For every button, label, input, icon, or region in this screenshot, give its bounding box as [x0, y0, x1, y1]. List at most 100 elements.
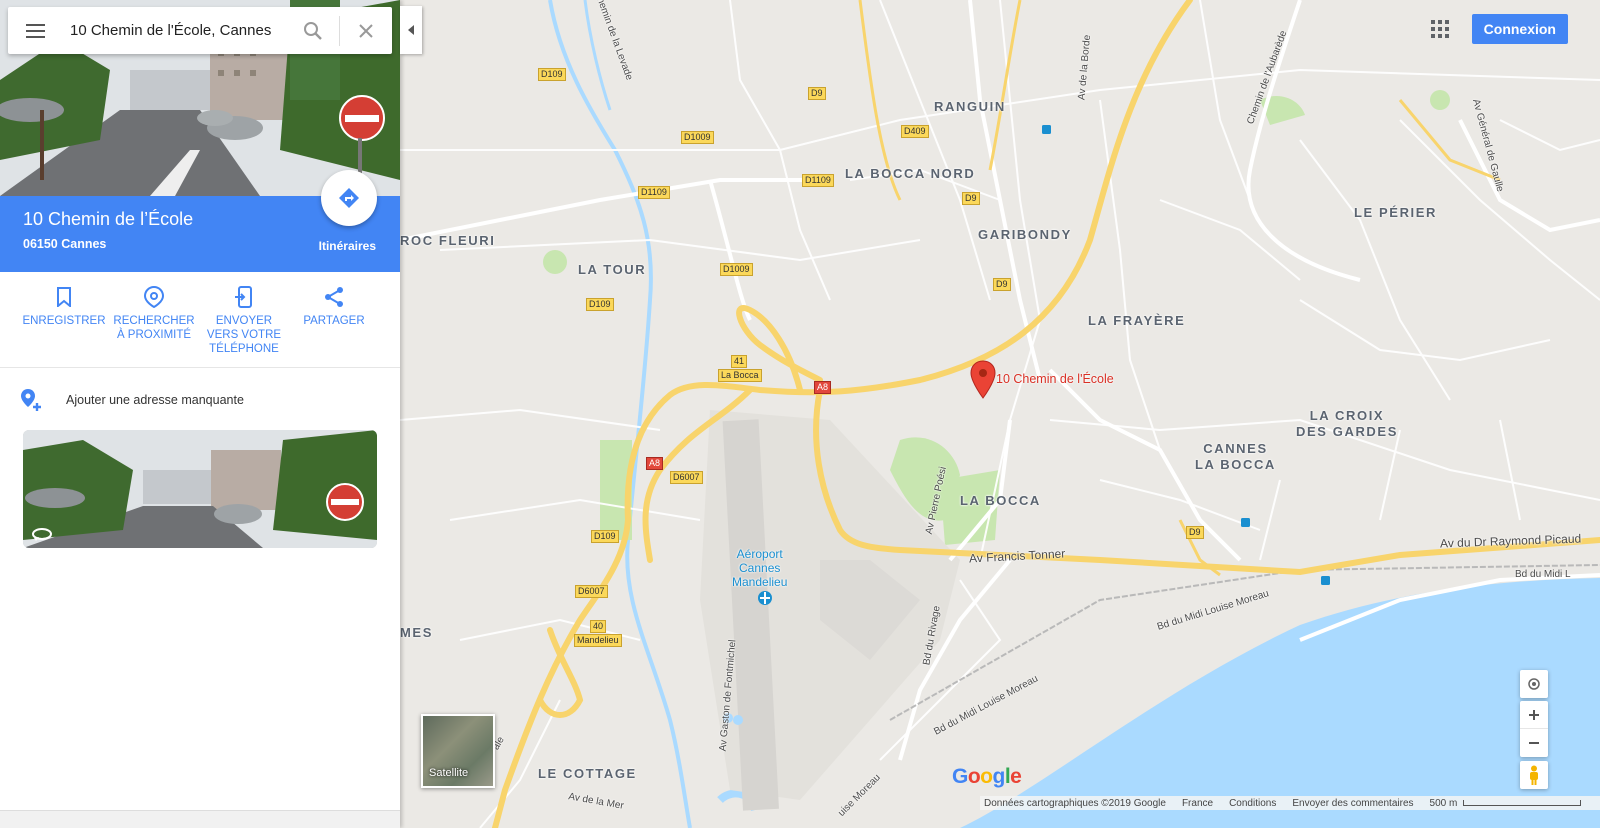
- place-title: 10 Chemin de l’École: [23, 209, 194, 229]
- street-view-thumbnail[interactable]: [23, 430, 377, 548]
- place-label: RANGUIN: [934, 99, 1006, 114]
- road-shield: 41: [731, 355, 748, 368]
- pegman-control: [1520, 761, 1548, 789]
- place-label: LA BOCCA: [960, 493, 1041, 508]
- scale-label: 500 m: [1429, 797, 1458, 809]
- place-label: LE PÉRIER: [1354, 205, 1438, 220]
- add-location-icon: [21, 389, 41, 411]
- search-nearby-button[interactable]: RECHERCHER À PROXIMITÉ: [109, 272, 199, 367]
- airport-label: Aéroport Cannes Mandelieu: [732, 547, 787, 589]
- bookmark-icon: [57, 287, 71, 307]
- zoom-in-button[interactable]: [1520, 701, 1548, 729]
- pin-label[interactable]: 10 Chemin de l'École: [996, 372, 1114, 386]
- share-button[interactable]: PARTAGER: [289, 272, 379, 367]
- road-shield: D409: [901, 125, 929, 138]
- road-shield: D9: [808, 87, 826, 100]
- road-shield: D6007: [575, 585, 608, 598]
- place-label: LA CROIX DES GARDES: [1296, 408, 1398, 439]
- pegman-icon: [1530, 765, 1538, 785]
- street-view-image: [23, 430, 377, 548]
- my-location-button[interactable]: [1520, 670, 1548, 698]
- top-right-controls: Connexion: [1424, 13, 1568, 45]
- map-data-attribution: Données cartographiques ©2019 Google: [984, 797, 1166, 809]
- satellite-label: Satellite: [429, 767, 469, 779]
- send-to-phone-label: ENVOYER VERS VOTRE TÉLÉPHONE: [206, 315, 282, 355]
- my-location-icon: [1528, 678, 1540, 690]
- nearby-label: RECHERCHER À PROXIMITÉ: [113, 315, 195, 341]
- satellite-toggle[interactable]: Satellite: [421, 714, 495, 788]
- nearby-icon: [144, 286, 164, 308]
- directions-label[interactable]: Itinéraires: [319, 239, 376, 253]
- street-label: Bd du Midi L: [1515, 569, 1571, 580]
- place-header: 10 Chemin de l’École 06150 Cannes Itinér…: [0, 170, 400, 272]
- place-label: LA TOUR: [578, 262, 647, 277]
- place-label: GARIBONDY: [978, 227, 1072, 242]
- airport-label-line: Mandelieu: [732, 575, 788, 589]
- save-button[interactable]: ENREGISTRER: [19, 272, 109, 367]
- road-shield: Mandelieu: [574, 634, 622, 647]
- road-shield: D109: [586, 298, 614, 311]
- search-box: [8, 7, 392, 54]
- road-shield: 40: [590, 620, 607, 633]
- place-label: CANNES LA BOCCA: [1195, 441, 1276, 472]
- road-shield: D1109: [638, 186, 670, 199]
- search-input[interactable]: [62, 7, 287, 54]
- road-shield: D9: [993, 278, 1011, 291]
- airport-label-line: Aéroport: [736, 547, 783, 561]
- clear-search-button[interactable]: [340, 7, 392, 54]
- place-label: LA BOCCA NORD: [845, 166, 976, 181]
- add-missing-address-row[interactable]: Ajouter une adresse manquante: [0, 380, 400, 420]
- action-bar: ENREGISTRER RECHERCHER À PROXIMITÉ ENVOY…: [0, 272, 400, 368]
- plus-icon: [1529, 709, 1539, 720]
- search-button[interactable]: [287, 7, 339, 54]
- road-shield: D1009: [681, 131, 714, 144]
- app: RANGUIN LA BOCCA NORD GARIBONDY LE PÉRIE…: [0, 0, 1600, 828]
- send-to-phone-button[interactable]: ENVOYER VERS VOTRE TÉLÉPHONE: [199, 272, 289, 367]
- my-location-control: [1520, 670, 1548, 698]
- road-shield: D9: [962, 192, 980, 205]
- place-label: ROC FLEURI: [400, 233, 496, 248]
- country-link[interactable]: France: [1182, 798, 1213, 809]
- send-to-phone-icon: [235, 286, 252, 308]
- road-shield: D109: [591, 530, 619, 543]
- map-footer: Données cartographiques ©2019 Google Fra…: [980, 796, 1600, 810]
- road-shield: A8: [646, 457, 664, 470]
- road-shield: D6007: [670, 471, 703, 484]
- road-shield: A8: [814, 381, 832, 394]
- save-label: ENREGISTRER: [22, 315, 106, 327]
- place-label: LE COTTAGE: [538, 766, 637, 781]
- road-shield: D109: [538, 68, 566, 81]
- street-view-360-icon: [32, 528, 52, 541]
- location-pin-icon[interactable]: [970, 360, 996, 400]
- side-panel: 10 Chemin de l’École 06150 Cannes Itinér…: [0, 0, 422, 828]
- caret-left-icon: [408, 25, 414, 35]
- zoom-control: [1520, 701, 1548, 757]
- feedback-link[interactable]: Envoyer des commentaires: [1292, 798, 1413, 809]
- google-logo: Google: [952, 765, 1022, 788]
- apps-grid-icon[interactable]: [1424, 13, 1456, 45]
- airport-label-line: Cannes: [739, 561, 781, 575]
- road-shield: D1009: [720, 263, 753, 276]
- add-missing-address-label: Ajouter une adresse manquante: [66, 393, 244, 407]
- map-canvas[interactable]: RANGUIN LA BOCCA NORD GARIBONDY LE PÉRIE…: [400, 0, 1600, 828]
- menu-icon[interactable]: [8, 7, 62, 54]
- collapse-panel-button[interactable]: [400, 6, 422, 54]
- share-label: PARTAGER: [303, 315, 365, 327]
- terms-link[interactable]: Conditions: [1229, 798, 1276, 809]
- directions-icon: [339, 188, 359, 208]
- road-shield: D1109: [802, 174, 834, 187]
- road-shield: La Bocca: [718, 369, 762, 382]
- zoom-out-button[interactable]: [1520, 729, 1548, 757]
- road-shield: D9: [1186, 526, 1204, 539]
- minus-icon: [1529, 742, 1539, 744]
- place-label: LA FRAYÈRE: [1088, 313, 1186, 328]
- place-label: MES: [400, 625, 433, 640]
- panel-scrollbar[interactable]: [0, 810, 400, 828]
- search-icon: [304, 21, 322, 40]
- place-subtitle: 06150 Cannes: [23, 237, 107, 251]
- signin-button[interactable]: Connexion: [1471, 14, 1568, 44]
- pegman-button[interactable]: [1520, 761, 1548, 789]
- close-icon: [359, 23, 373, 38]
- directions-button[interactable]: [321, 170, 377, 226]
- scale-bar[interactable]: 500 m: [1430, 798, 1582, 809]
